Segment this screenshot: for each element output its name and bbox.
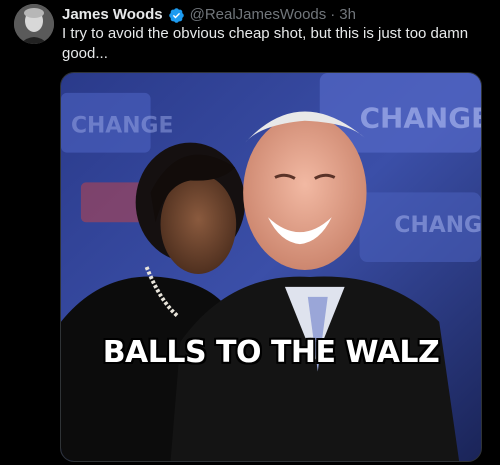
tweet-media-image[interactable]: CHANGE CHANGE CHANGE BALLS TO THE WALZ [60, 72, 482, 462]
background-sign-text: CHANGE [360, 102, 481, 135]
tweet-text: I try to avoid the obvious cheap shot, b… [62, 25, 469, 62]
separator-dot: · [330, 6, 336, 23]
meme-photo: CHANGE CHANGE CHANGE [61, 73, 481, 461]
tweet-header: James Woods @RealJamesWoods · 3h [62, 4, 356, 26]
avatar[interactable] [14, 4, 54, 44]
verified-badge-icon [168, 7, 185, 24]
background-sign-text-3: CHANGE [71, 114, 174, 139]
timestamp[interactable]: 3h [339, 5, 356, 25]
background-sign-text-2: CHANGE [394, 213, 481, 238]
meme-caption: BALLS TO THE WALZ [102, 335, 440, 370]
handle[interactable]: @RealJamesWoods [190, 5, 327, 25]
display-name[interactable]: James Woods [62, 5, 163, 25]
avatar-portrait [14, 4, 54, 44]
tweet[interactable]: James Woods @RealJamesWoods · 3h I try t… [0, 0, 500, 465]
